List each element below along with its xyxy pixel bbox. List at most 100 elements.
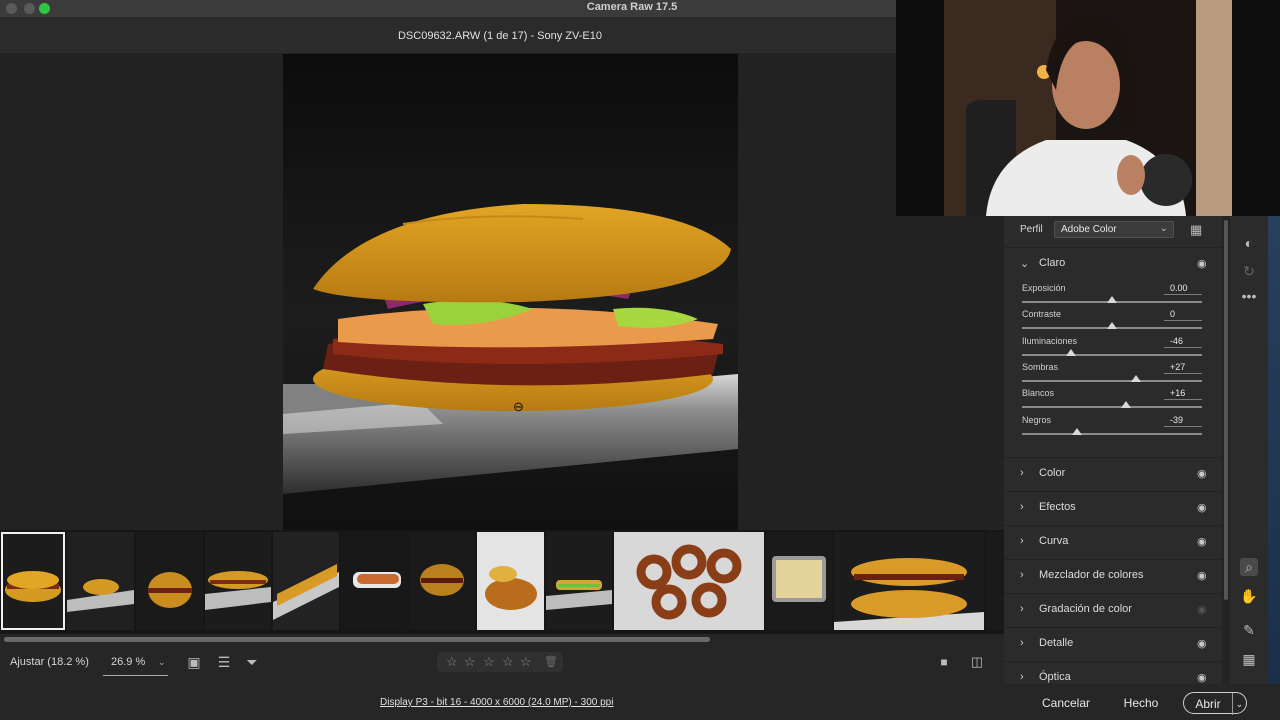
filmstrip-thumb[interactable] [986,532,1004,630]
zoom-level-select[interactable]: 26.9 % ⌄ [103,652,168,676]
section-header[interactable]: › Efectos ◉ [1004,491,1222,524]
filmstrip-thumb[interactable] [341,532,407,630]
before-after-icon[interactable]: ◫ [968,653,986,671]
section-title: Óptica [1039,671,1071,683]
slider-value-input[interactable]: -39 [1164,413,1202,427]
slider-knob[interactable] [1131,374,1142,382]
more-icon[interactable]: ••• [1240,287,1258,305]
eye-icon[interactable]: ◉ [1197,501,1207,514]
preview-image[interactable]: ⊖ [283,54,738,530]
single-view-icon[interactable]: ■ [935,653,953,671]
filmstrip-thumb[interactable] [273,532,339,630]
fit-zoom-button[interactable]: Ajustar (18.2 %) [10,656,89,668]
sort-icon[interactable]: ☰ [215,653,233,671]
section-header[interactable]: › Color ◉ [1004,457,1222,490]
eye-icon[interactable]: ◉ [1197,257,1207,270]
filmstrip-thumb[interactable] [136,532,203,630]
hand-tool-icon[interactable]: ✋ [1240,587,1258,605]
zoom-tool-icon[interactable]: ⌕ [1240,558,1258,576]
profile-select[interactable]: Adobe Color ⌄ [1054,221,1174,238]
chevron-right-icon: › [1020,637,1024,649]
chevron-right-icon: › [1020,569,1024,581]
slider-value-input[interactable]: 0.00 [1164,281,1202,295]
history-icon[interactable]: ↻ [1240,262,1258,280]
filmstrip-thumb[interactable] [546,532,612,630]
filmstrip-thumb[interactable] [834,532,984,630]
eye-icon[interactable]: ◉ [1197,671,1207,684]
slider-row: Sombras +27 [1004,362,1222,388]
filter-icon[interactable]: ⏷ [243,653,261,671]
profile-browser-icon[interactable]: ▦ [1190,223,1204,237]
eye-icon[interactable]: ◉ [1197,603,1207,616]
workflow-options-link[interactable]: Display P3 - bit 16 - 4000 x 6000 (24.0 … [380,697,613,708]
filmstrip-thumb[interactable] [205,532,271,630]
open-button-label: Abrir [1195,697,1221,711]
scrollbar-thumb[interactable] [4,637,710,642]
filmstrip-thumb[interactable] [67,532,134,630]
chevron-down-icon: ⌄ [1159,223,1168,234]
panel-scrollbar[interactable] [1222,216,1230,684]
slider-track[interactable] [1022,353,1202,356]
webcam-overlay [896,0,1280,216]
slider-value-input[interactable]: +16 [1164,386,1202,401]
filmstrip-thumb[interactable] [614,532,764,630]
star-icon[interactable]: ☆ [483,654,495,670]
slider-knob[interactable] [1107,322,1117,330]
section-header[interactable]: › Gradación de color ◉ [1004,593,1222,626]
eye-icon[interactable]: ◉ [1197,467,1207,480]
slider-label: Sombras [1022,361,1059,372]
eye-icon[interactable]: ◉ [1197,535,1207,548]
image-canvas[interactable]: ⊖ [0,54,1004,530]
slider-track[interactable] [1022,379,1202,382]
section-header[interactable]: › Mezclador de colores ◉ [1004,559,1222,592]
slider-value-input[interactable]: -46 [1164,334,1202,348]
eye-icon[interactable]: ◉ [1197,569,1207,582]
zoom-out-cursor-icon: ⊖ [513,399,524,414]
panel-scroll-thumb[interactable] [1224,220,1228,600]
filmstrip-thumb[interactable] [1,532,65,630]
section-light[interactable]: ⌄ Claro ◉ [1004,247,1222,280]
chevron-down-icon: ⌄ [158,657,166,667]
star-icon[interactable]: ☆ [446,654,458,670]
slider-track[interactable] [1022,406,1202,409]
slider-label: Exposición [1022,283,1066,293]
chevron-down-icon[interactable]: ⌄ [1232,693,1246,715]
eye-icon[interactable]: ◉ [1197,637,1207,650]
star-icon[interactable]: ☆ [464,654,476,670]
filmstrip-thumb[interactable] [477,532,544,630]
image-view-icon[interactable]: ▣ [185,653,203,671]
rating-stars: ☆ ☆ ☆ ☆ ☆ 🗑 [437,652,563,672]
section-light-title: Claro [1039,257,1066,269]
slider-knob[interactable] [1065,348,1076,356]
slider-value-input[interactable]: +27 [1164,360,1202,374]
done-button[interactable]: Hecho [1114,692,1168,714]
section-header[interactable]: › Detalle ◉ [1004,627,1222,660]
filmstrip-thumb[interactable] [766,532,832,630]
masking-icon[interactable]: ◐ [1240,234,1258,252]
edit-panel: Perfil Adobe Color ⌄ ▦ ⌄ Claro ◉ Exposic… [1004,216,1222,684]
section-title: Detalle [1039,637,1074,649]
chevron-right-icon: › [1020,535,1024,547]
slider-track[interactable] [1022,432,1202,435]
star-icon[interactable]: ☆ [520,654,532,670]
slider-knob[interactable] [1121,401,1132,409]
slider-label: Blancos [1022,388,1055,399]
slider-value-input[interactable]: 0 [1164,307,1202,322]
file-title: DSC09632.ARW (1 de 17) - Sony ZV-E10 [397,30,602,42]
cancel-button[interactable]: Cancelar [1038,692,1094,714]
open-button[interactable]: Abrir ⌄ [1183,692,1247,715]
chevron-down-icon: ⌄ [1020,258,1030,270]
burger-photo [283,54,738,530]
filmstrip-scrollbar[interactable] [0,634,1004,644]
star-icon[interactable]: ☆ [502,654,514,670]
color-sampler-icon[interactable]: ✎ [1240,621,1258,639]
slider-knob[interactable] [1071,427,1082,435]
trash-icon[interactable]: 🗑 [544,655,558,668]
filmstrip-thumb[interactable] [409,532,475,630]
webcam-video [896,0,1280,216]
section-header[interactable]: › Curva ◉ [1004,525,1222,558]
slider-row: Blancos +16 [1004,388,1222,414]
grid-overlay-icon[interactable]: ▦ [1240,650,1258,668]
section-header[interactable]: › Óptica ◉ [1004,661,1222,684]
slider-knob[interactable] [1107,296,1117,303]
